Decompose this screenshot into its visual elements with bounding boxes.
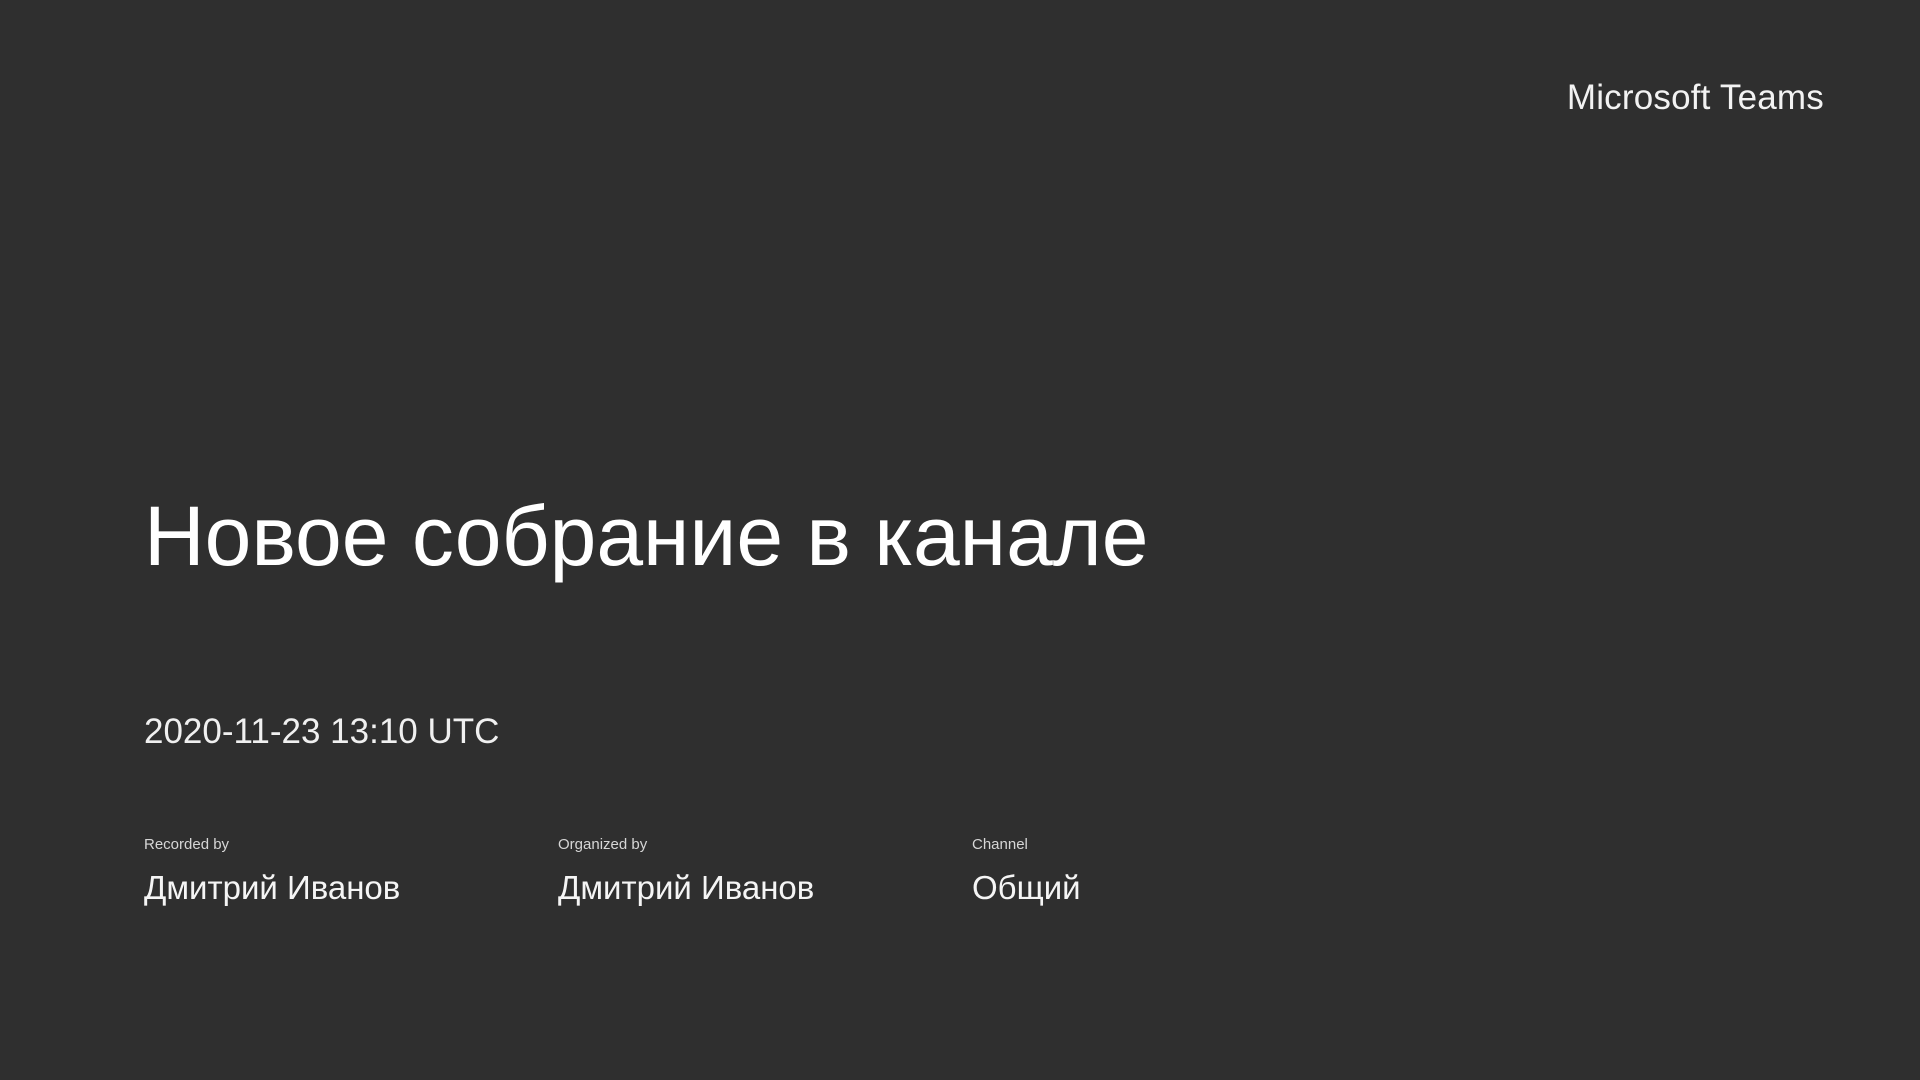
organized-by-label: Organized by xyxy=(558,836,648,853)
recording-title-slate: Microsoft Teams Новое собрание в канале … xyxy=(0,0,1920,1080)
channel-section: Channel Общий xyxy=(972,836,1081,908)
recorded-by-label: Recorded by xyxy=(144,836,230,853)
organized-by-value: Дмитрий Иванов xyxy=(558,869,815,906)
app-brand-label: Microsoft Teams xyxy=(1566,78,1824,117)
meeting-title: Новое собрание в канале xyxy=(144,489,1149,583)
meeting-datetime: 2020-11-23 13:10 UTC xyxy=(144,712,500,751)
organized-by-section: Organized by Дмитрий Иванов xyxy=(558,836,814,908)
meeting-details: Recorded by Дмитрий Иванов Organized by … xyxy=(0,836,1920,916)
channel-label: Channel xyxy=(972,836,1028,853)
channel-value: Общий xyxy=(972,869,1081,906)
recorded-by-value: Дмитрий Иванов xyxy=(144,869,401,906)
recorded-by-section: Recorded by Дмитрий Иванов xyxy=(144,836,400,908)
